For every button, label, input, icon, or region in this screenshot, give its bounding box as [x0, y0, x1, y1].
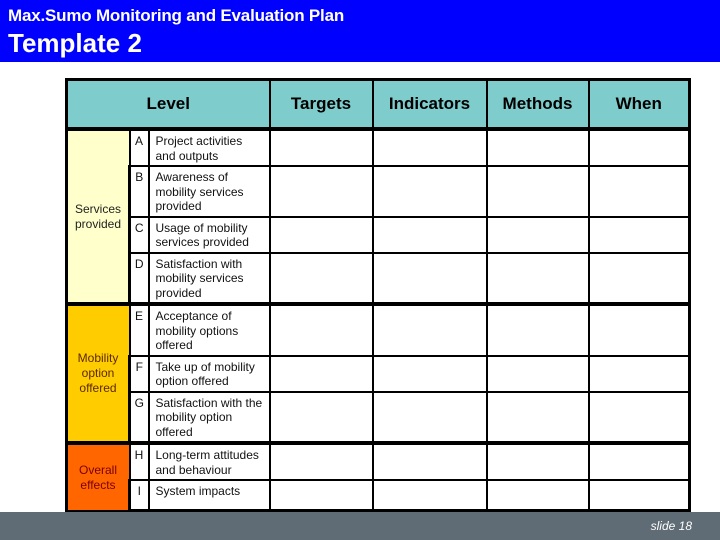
when-cell[interactable] — [587, 441, 691, 481]
table-row: G Satisfaction with the mobility option o… — [67, 390, 691, 444]
level-letter: I — [128, 479, 150, 513]
me-plan-table: Level Targets Indicators Methods When Se… — [65, 78, 691, 513]
column-header-targets: Targets — [268, 78, 374, 131]
footer-bar: slide 18 — [0, 512, 720, 540]
indicators-cell[interactable] — [371, 354, 488, 393]
level-group-label: Services provided — [65, 127, 131, 305]
level-letter: D — [128, 251, 150, 305]
methods-cell[interactable] — [485, 479, 590, 513]
table-row: Overall effects H Long-term attitudes and … — [65, 441, 691, 512]
methods-cell[interactable] — [485, 215, 590, 254]
level-description: System impacts — [147, 479, 271, 513]
table-header-row: Level Targets Indicators Methods When — [65, 78, 691, 131]
level-description: Satisfaction with the mobility option of… — [147, 390, 271, 444]
level-letter: C — [128, 215, 150, 254]
table-row: D Satisfaction with mobility services pro… — [67, 251, 691, 305]
targets-cell[interactable] — [268, 251, 374, 305]
level-description: Awareness of mobility services provided — [147, 165, 271, 218]
column-header-level: Level — [65, 78, 271, 131]
indicators-cell[interactable] — [371, 390, 488, 444]
when-cell[interactable] — [587, 390, 691, 444]
targets-cell[interactable] — [268, 302, 374, 357]
targets-cell[interactable] — [268, 127, 374, 167]
level-description: Long-term attitudes and behaviour — [147, 441, 271, 481]
title-bar: Max.Sumo Monitoring and Evaluation Plan … — [0, 0, 720, 62]
indicators-cell[interactable] — [371, 215, 488, 254]
indicators-cell[interactable] — [371, 127, 488, 167]
level-group-label: Overall effects — [65, 441, 131, 512]
table-row: Services provided A Project activities and… — [65, 127, 691, 305]
level-description: Usage of mobility services provided — [147, 215, 271, 254]
slide-title: Template 2 — [8, 28, 142, 58]
methods-cell[interactable] — [485, 390, 590, 444]
slide-subtitle: Max.Sumo Monitoring and Evaluation Plan — [8, 6, 345, 25]
methods-cell[interactable] — [485, 251, 590, 305]
targets-cell[interactable] — [268, 441, 374, 481]
indicators-cell[interactable] — [371, 479, 488, 513]
column-header-methods: Methods — [485, 78, 590, 131]
table-row: I System impacts — [67, 479, 691, 513]
indicators-cell[interactable] — [371, 441, 488, 481]
indicators-cell[interactable] — [371, 302, 488, 357]
level-letter: E — [128, 302, 150, 357]
column-header-indicators: Indicators — [371, 78, 488, 131]
table-row: F Take up of mobility option offered — [67, 354, 691, 393]
level-group-label: Mobility option offered — [65, 302, 131, 444]
when-cell[interactable] — [587, 479, 691, 513]
level-description: Acceptance of mobility options offered — [147, 302, 271, 357]
column-header-when: When — [587, 78, 691, 131]
table-body: Services provided A Project activities and… — [65, 127, 691, 513]
indicators-cell[interactable] — [371, 165, 488, 218]
when-cell[interactable] — [587, 165, 691, 218]
targets-cell[interactable] — [268, 165, 374, 218]
level-letter: B — [128, 165, 150, 218]
level-letter: H — [128, 441, 150, 481]
level-description: Project activities and outputs — [147, 127, 271, 167]
level-letter: A — [128, 127, 150, 167]
indicators-cell[interactable] — [371, 251, 488, 305]
methods-cell[interactable] — [485, 302, 590, 357]
targets-cell[interactable] — [268, 479, 374, 513]
when-cell[interactable] — [587, 251, 691, 305]
table-row: B Awareness of mobility services provided — [67, 165, 691, 218]
when-cell[interactable] — [587, 302, 691, 357]
targets-cell[interactable] — [268, 354, 374, 393]
when-cell[interactable] — [587, 354, 691, 393]
targets-cell[interactable] — [268, 215, 374, 254]
methods-cell[interactable] — [485, 441, 590, 481]
level-description: Take up of mobility option offered — [147, 354, 271, 393]
level-letter: F — [128, 354, 150, 393]
targets-cell[interactable] — [268, 390, 374, 444]
when-cell[interactable] — [587, 127, 691, 167]
slide-number: slide 18 — [650, 519, 692, 533]
methods-cell[interactable] — [485, 127, 590, 167]
level-description: Satisfaction with mobility services prov… — [147, 251, 271, 305]
table-row: Mobility option offered E Acceptance of mo… — [65, 302, 691, 444]
when-cell[interactable] — [587, 215, 691, 254]
methods-cell[interactable] — [485, 165, 590, 218]
table-row: C Usage of mobility services provided — [67, 215, 691, 254]
level-letter: G — [128, 390, 150, 444]
methods-cell[interactable] — [485, 354, 590, 393]
